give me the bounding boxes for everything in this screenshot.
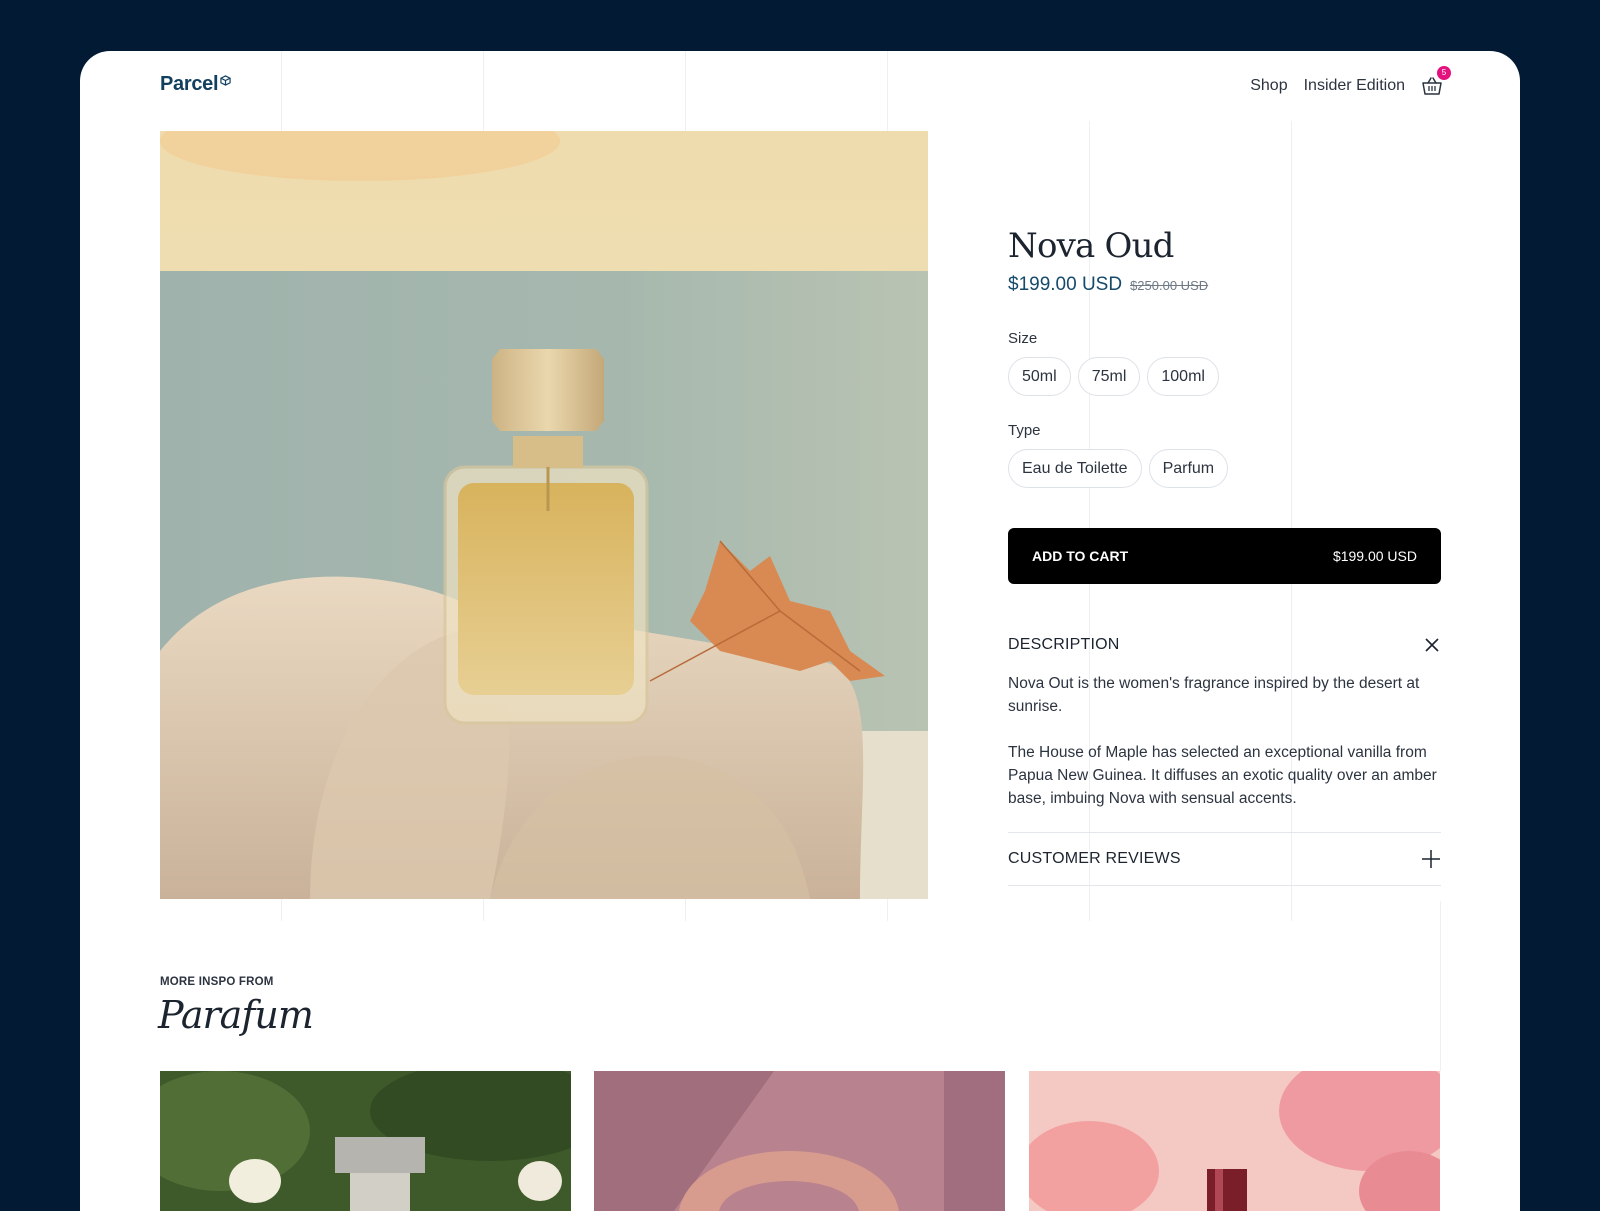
customer-reviews-heading: CUSTOMER REVIEWS: [1008, 850, 1181, 867]
main-nav: Shop Insider Edition 5: [1250, 66, 1451, 97]
related-product-card[interactable]: [1029, 1071, 1440, 1211]
logo[interactable]: Parcel: [160, 73, 231, 96]
related-product-image: [1029, 1071, 1440, 1211]
product-image[interactable]: [160, 131, 928, 899]
more-inspo-title: Parafum: [158, 993, 314, 1037]
cube-icon: [220, 75, 231, 86]
size-options: 50ml 75ml 100ml: [1008, 357, 1441, 396]
related-product-image: [160, 1071, 571, 1211]
nav-insider-edition[interactable]: Insider Edition: [1304, 77, 1405, 95]
description-body: Nova Out is the women's fragrance inspir…: [1008, 672, 1441, 810]
type-options: Eau de Toilette Parfum: [1008, 449, 1441, 488]
customer-reviews-header[interactable]: CUSTOMER REVIEWS: [1008, 833, 1441, 885]
current-price: $199.00 USD: [1008, 274, 1123, 295]
customer-reviews-section: CUSTOMER REVIEWS: [1008, 832, 1441, 886]
type-label: Type: [1008, 422, 1041, 439]
description-paragraph: The House of Maple has selected an excep…: [1008, 744, 1437, 807]
add-to-cart-label: ADD TO CART: [1032, 548, 1129, 564]
size-option-75ml[interactable]: 75ml: [1077, 357, 1141, 396]
add-to-cart-price: $199.00 USD: [1332, 548, 1417, 564]
type-option-parfum[interactable]: Parfum: [1148, 449, 1229, 488]
cart-button[interactable]: 5: [1421, 66, 1451, 97]
plus-icon[interactable]: [1421, 849, 1441, 869]
close-icon[interactable]: [1423, 636, 1441, 654]
description-paragraph: Nova Out is the women's fragrance inspir…: [1008, 675, 1420, 715]
size-label: Size: [1008, 330, 1038, 347]
cart-count-badge: 5: [1437, 66, 1451, 80]
product-details: Nova Oud $199.00 USD $250.00 USD Size 50…: [1008, 226, 1441, 886]
size-option-50ml[interactable]: 50ml: [1008, 357, 1071, 396]
product-title: Nova Oud: [1008, 226, 1174, 266]
original-price: $250.00 USD: [1130, 278, 1209, 293]
more-inspo-label: MORE INSPO FROM: [160, 976, 274, 988]
nav-shop[interactable]: Shop: [1250, 77, 1287, 95]
site-header: Parcel Shop Insider Edition 5: [80, 51, 1520, 131]
description-header[interactable]: DESCRIPTION: [1008, 636, 1441, 654]
logo-text: Parcel: [160, 73, 219, 95]
description-heading: DESCRIPTION: [1008, 636, 1120, 653]
related-product-image: [594, 1071, 1005, 1211]
related-product-card[interactable]: [160, 1071, 571, 1211]
page-window: Parcel Shop Insider Edition 5 Nova Oud $…: [80, 51, 1520, 1211]
size-option-100ml[interactable]: 100ml: [1147, 357, 1219, 396]
perfume-photo: [160, 131, 928, 899]
type-option-eau-de-toilette[interactable]: Eau de Toilette: [1008, 449, 1142, 488]
add-to-cart-button[interactable]: ADD TO CART $199.00 USD: [1008, 528, 1441, 584]
divider: [1008, 885, 1441, 886]
grid-line: [1440, 901, 1441, 1071]
related-product-card[interactable]: [594, 1071, 1005, 1211]
price-row: $199.00 USD $250.00 USD: [1008, 274, 1441, 296]
